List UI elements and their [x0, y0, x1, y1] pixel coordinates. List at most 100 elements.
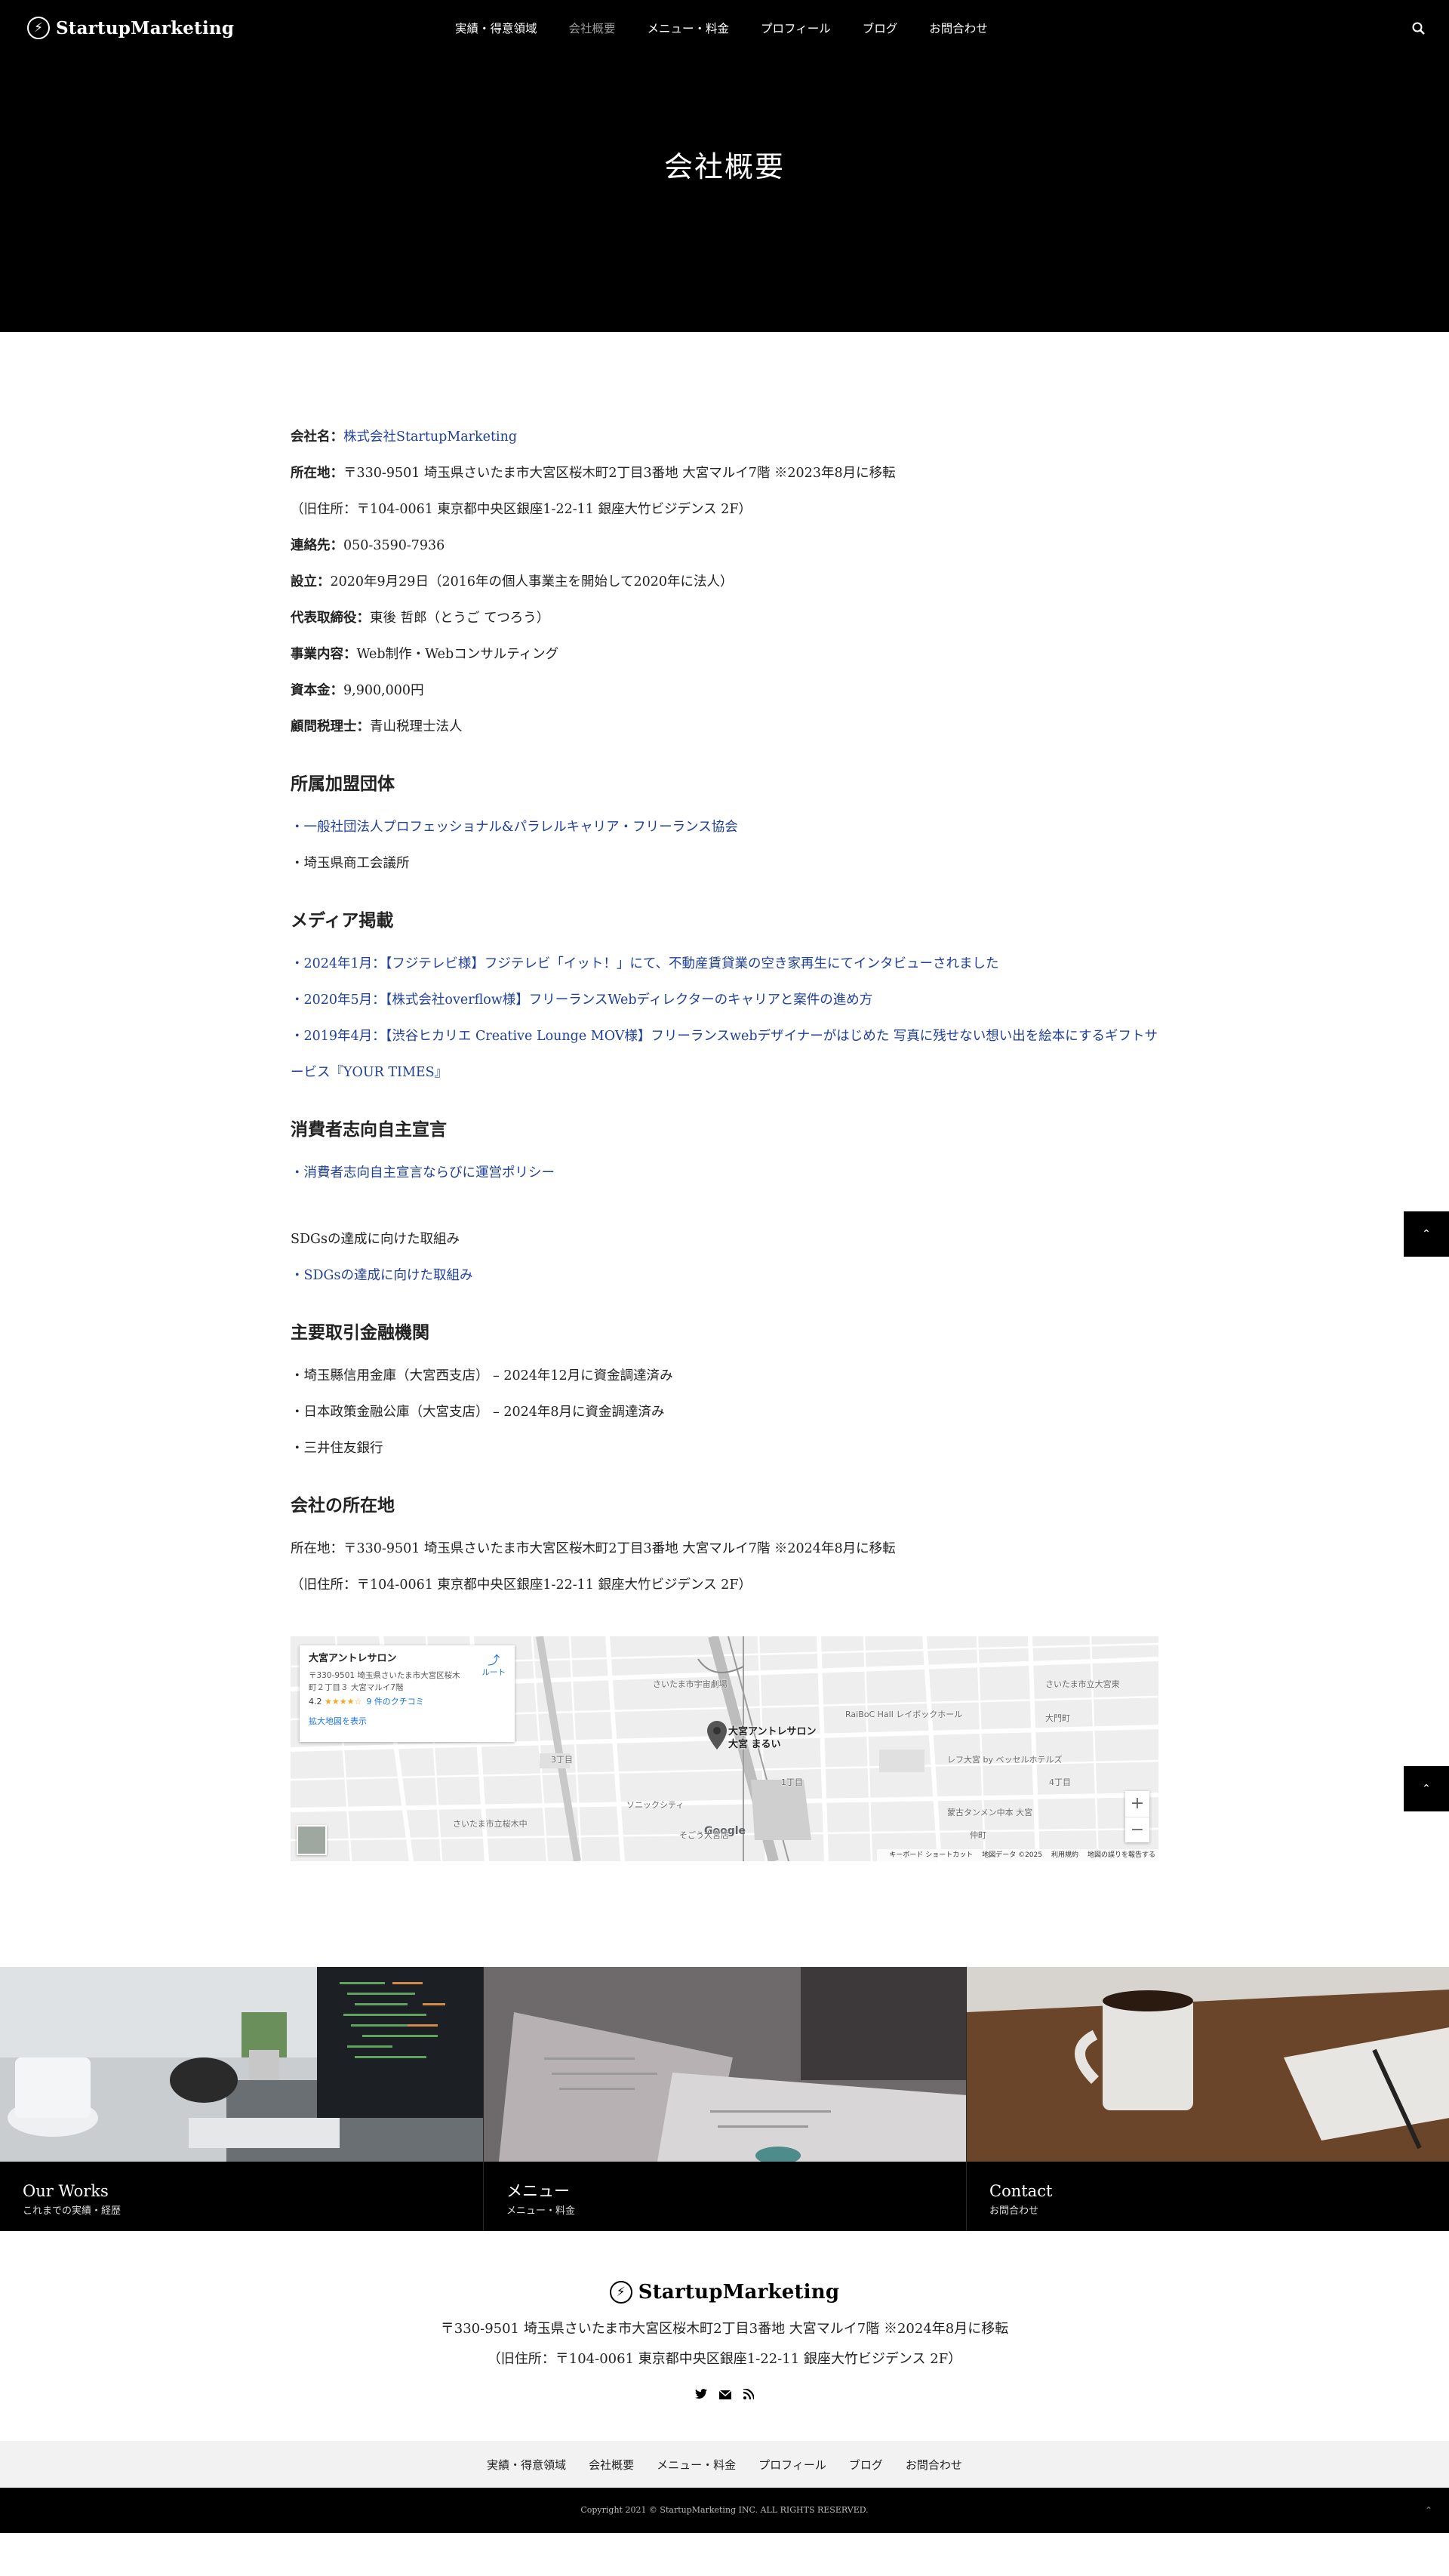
card-caption: メニュー メニュー・料金	[484, 2165, 966, 2231]
nav-menu[interactable]: メニュー・料金	[648, 20, 730, 36]
map-place-label: 4丁目	[1049, 1777, 1071, 1787]
directions-icon: ⤴	[488, 1653, 500, 1667]
social-links	[0, 2387, 1449, 2418]
footer-nav-blog[interactable]: ブログ	[849, 2457, 883, 2473]
card-contact[interactable]: Contact お問合わせ	[966, 1967, 1449, 2231]
founded-label: 設立：	[291, 574, 331, 589]
reviews-link[interactable]: 9 件のクチコミ	[366, 1697, 424, 1707]
card-menu[interactable]: メニュー メニュー・料金	[483, 1967, 966, 2231]
card-title: Our Works	[23, 2182, 109, 2200]
capital-label: 資本金：	[291, 683, 343, 698]
site-header: ⚡ StartupMarketing 実績・得意領域 会社概要 メニュー・料金 …	[0, 0, 1449, 332]
sdgs-text: SDGsの達成に向けた取組み	[291, 1232, 460, 1247]
pagetop-button[interactable]: ⌃	[1404, 1211, 1449, 1257]
map-place-label: さいたま市立大宮東	[1045, 1679, 1120, 1689]
zoom-out-button[interactable]: −	[1125, 1817, 1149, 1842]
satellite-thumbnail[interactable]	[297, 1825, 327, 1855]
media-link-fujitv[interactable]: ・2024年1月：【フジテレビ様】フジテレビ「イット！」にて、不動産賃貸業の空き…	[291, 956, 999, 971]
card-subtitle: お問合わせ	[989, 2205, 1039, 2217]
location-address: 所在地：〒330-9501 埼玉県さいたま市大宮区桜木町2丁目3番地 大宮マルイ…	[291, 1541, 896, 1556]
company-overview: 会社名：株式会社StartupMarketing 所在地：〒330-9501 埼…	[291, 332, 1158, 1967]
company-name-link[interactable]: 株式会社StartupMarketing	[343, 429, 517, 445]
map-place-label: 蒙古タンメン中本 大宮	[947, 1808, 1033, 1817]
twitter-icon[interactable]	[695, 2388, 707, 2402]
bank-item: ・日本政策金融公庫（大宮支店） – 2024年8月に資金調達済み	[291, 1405, 665, 1420]
location-heading: 会社の所在地	[291, 1495, 395, 1516]
page-title: 会社概要	[663, 150, 785, 183]
logo-text: StartupMarketing	[56, 17, 235, 38]
contact-label: 連絡先：	[291, 538, 343, 553]
google-map[interactable]: Google 大宮アントレサロン 大宮 まるい さいたま市宇宙劇場 さいたま市立桜木…	[291, 1636, 1158, 1861]
pagetop-button[interactable]: ⌃	[1404, 1766, 1449, 1811]
card-subtitle: メニュー・料金	[506, 2205, 576, 2217]
footer-nav-profile[interactable]: プロフィール	[758, 2457, 826, 2473]
place-rating: 4.2 ★★★★☆ 9 件のクチコミ	[309, 1696, 506, 1708]
lightning-logo-icon: ⚡	[609, 2281, 632, 2304]
lightning-logo-icon: ⚡	[27, 17, 50, 39]
business-label: 事業内容：	[291, 647, 357, 662]
feature-cards: Our Works これまでの実績・経歴 メニュー メニュー・料金 Contac…	[0, 1967, 1449, 2231]
media-link-mov[interactable]: ・2019年4月：【渋谷ヒカリエ Creative Lounge MOV様】フリ…	[291, 1029, 1158, 1080]
card-caption: Contact お問合わせ	[967, 2165, 1449, 2231]
bank-item: ・埼玉縣信用金庫（大宮西支店） – 2024年12月に資金調達済み	[291, 1368, 673, 1383]
map-data-credit: 地図データ ©2025	[982, 1851, 1042, 1859]
search-icon[interactable]	[1411, 21, 1426, 36]
map-place-label: さいたま市立桜木中	[453, 1819, 528, 1829]
address-label: 所在地：	[291, 466, 343, 481]
works-photo	[0, 1967, 483, 2162]
ceo-label: 代表取締役：	[291, 611, 370, 626]
rating-stars: ★★★★☆	[325, 1697, 362, 1707]
footer-address: 〒330-9501 埼玉県さいたま市大宮区桜木町2丁目3番地 大宮マルイ7階 ※…	[0, 2314, 1449, 2374]
nav-profile[interactable]: プロフィール	[761, 20, 831, 36]
site-logo[interactable]: ⚡ StartupMarketing	[27, 17, 234, 39]
consumer-policy-link[interactable]: ・消費者志向自主宣言ならびに運営ポリシー	[291, 1165, 555, 1180]
footer-nav-contact[interactable]: お問合わせ	[906, 2457, 962, 2473]
map-place-label: さいたま市宇宙劇場	[653, 1679, 728, 1689]
keyboard-shortcuts-link[interactable]: キーボード ショートカット	[889, 1851, 973, 1859]
copyright-text: Copyright 2021 © StartupMarketing INC. A…	[580, 2505, 869, 2515]
media-heading: メディア掲載	[291, 910, 394, 931]
capital-value: 9,900,000円	[343, 683, 424, 698]
bank-item: ・三井住友銀行	[291, 1441, 383, 1456]
footer-logo[interactable]: ⚡ StartupMarketing	[609, 2281, 839, 2304]
banks-heading: 主要取引金融機関	[291, 1322, 429, 1343]
mail-icon[interactable]	[718, 2388, 732, 2402]
footer-nav-company[interactable]: 会社概要	[589, 2457, 634, 2473]
media-link-overflow[interactable]: ・2020年5月：【株式会社overflow様】フリーランスWebディレクターの…	[291, 993, 872, 1008]
ceo-value: 東後 哲郎（とうご てつろう）	[370, 611, 550, 626]
footer-old-address: （旧住所：〒104-0061 東京都中央区銀座1-22-11 銀座大竹ビジデンス…	[487, 2351, 962, 2367]
nav-blog[interactable]: ブログ	[863, 20, 898, 36]
founded-row: 設立：2020年9月29日（2016年の個人事業主を開始して2020年に法人）	[291, 564, 1158, 600]
membership-link-freelance[interactable]: ・一般社団法人プロフェッショナル&パラレルキャリア・フリーランス協会	[291, 820, 738, 835]
map-place-label: レフ大宮 by ベッセルホテルズ	[947, 1755, 1063, 1765]
map-place-label: 1丁目	[781, 1777, 803, 1787]
zoom-in-button[interactable]: +	[1125, 1791, 1149, 1817]
sdgs-link[interactable]: ・SDGsの達成に向けた取組み	[291, 1268, 472, 1283]
address-value: 〒330-9501 埼玉県さいたま市大宮区桜木町2丁目3番地 大宮マルイ7階 ※…	[343, 466, 896, 481]
card-title: Contact	[989, 2182, 1053, 2200]
chevron-up-icon[interactable]: ⌃	[1425, 2488, 1432, 2533]
terms-link[interactable]: 利用規約	[1051, 1851, 1078, 1859]
contact-row: 連絡先：050-3590-7936	[291, 528, 1158, 564]
nav-works[interactable]: 実績・得意領域	[455, 20, 537, 36]
footer-nav-works[interactable]: 実績・得意領域	[487, 2457, 566, 2473]
menu-photo	[484, 1967, 966, 2165]
nav-company[interactable]: 会社概要	[569, 20, 616, 36]
tax-label: 顧問税理士：	[291, 719, 370, 734]
pin-label-name: 大宮アントレサロン	[728, 1726, 817, 1737]
chevron-up-icon: ⌃	[1422, 1783, 1431, 1795]
rss-icon[interactable]	[743, 2387, 755, 2402]
map-place-label: ソニックシティ	[626, 1800, 685, 1810]
contact-value: 050-3590-7936	[343, 538, 445, 553]
nav-contact[interactable]: お問合わせ	[929, 20, 988, 36]
footer-nav-menu[interactable]: メニュー・料金	[657, 2457, 736, 2473]
report-error-link[interactable]: 地図の誤りを報告する	[1088, 1851, 1155, 1859]
view-larger-map-link[interactable]: 拡大地図を表示	[309, 1716, 506, 1728]
footer-address-line: 〒330-9501 埼玉県さいたま市大宮区桜木町2丁目3番地 大宮マルイ7階 ※…	[440, 2321, 1009, 2337]
company-name-row: 会社名：株式会社StartupMarketing	[291, 419, 1158, 455]
route-button[interactable]: ⤴ ルート	[482, 1654, 506, 1679]
card-subtitle: これまでの実績・経歴	[23, 2205, 122, 2217]
card-works[interactable]: Our Works これまでの実績・経歴	[0, 1967, 483, 2231]
ceo-row: 代表取締役：東後 哲郎（とうご てつろう）	[291, 600, 1158, 636]
business-row: 事業内容：Web制作・Webコンサルティング	[291, 636, 1158, 672]
